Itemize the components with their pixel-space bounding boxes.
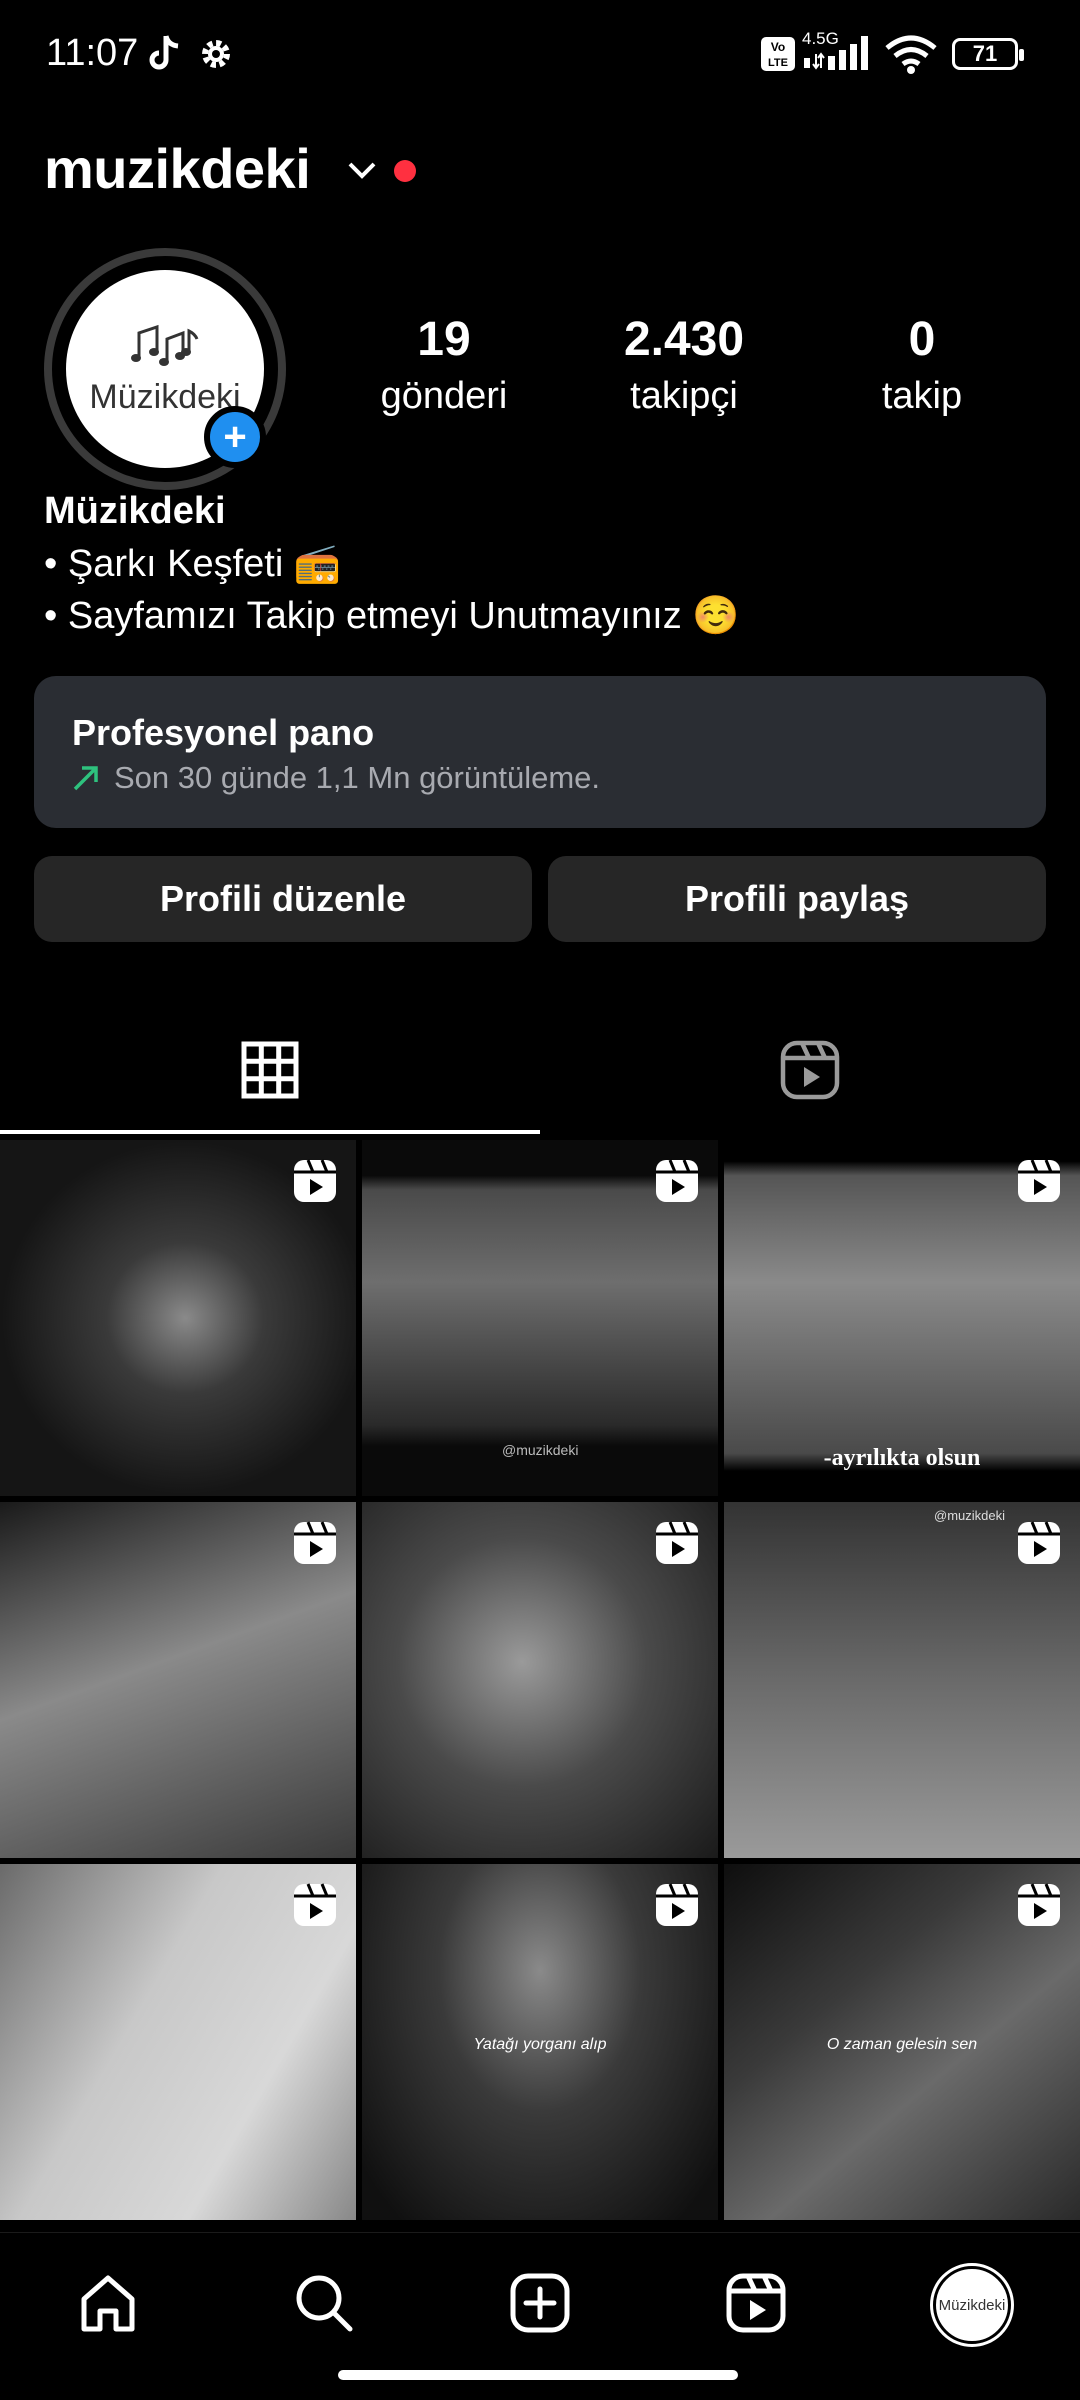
settings-icon	[198, 34, 234, 79]
reel-badge-icon	[1016, 1158, 1062, 1209]
music-notes-icon	[129, 321, 201, 374]
post-thumbnail[interactable]	[362, 1502, 718, 1858]
post-thumbnail[interactable]: Yatağı yorganı alıp	[362, 1864, 718, 2220]
grid-icon	[241, 1041, 299, 1104]
stat-followers-label: takipçi	[630, 375, 738, 417]
wifi-icon	[884, 34, 938, 79]
stat-posts[interactable]: 19 gönderi	[344, 312, 544, 418]
stat-following-value: 0	[908, 313, 936, 366]
active-tab-indicator	[0, 1130, 540, 1134]
nav-reels[interactable]	[706, 2255, 806, 2355]
battery-icon: 71	[952, 38, 1024, 70]
stat-posts-label: gönderi	[380, 375, 508, 417]
post-thumbnail[interactable]	[0, 1864, 356, 2220]
stat-posts-value: 19	[417, 313, 471, 366]
search-icon	[292, 2271, 356, 2340]
post-caption: -ayrılıkta olsun	[823, 1445, 981, 1471]
trend-up-arrow-icon	[70, 762, 102, 799]
post-thumbnail[interactable]: O zaman gelesin sen	[724, 1864, 1080, 2220]
status-bar: 11:07 Vo LTE 4.5G 71	[0, 0, 1080, 110]
professional-dashboard[interactable]: Profesyonel pano Son 30 günde 1,1 Mn gör…	[34, 676, 1046, 828]
reel-badge-icon	[1016, 1882, 1062, 1933]
reel-badge-icon	[292, 1882, 338, 1933]
signal-icon: 4.5G	[800, 29, 876, 79]
post-thumbnail[interactable]: -ayrılıkta olsun	[724, 1140, 1080, 1496]
reel-badge-icon	[654, 1520, 700, 1571]
stat-followers-value: 2.430	[623, 313, 745, 366]
create-icon	[508, 2271, 572, 2340]
post-caption: Yatağı yorganı alıp	[473, 2036, 607, 2053]
post-thumbnail[interactable]: @muzikdeki	[724, 1502, 1080, 1858]
nav-create[interactable]	[490, 2255, 590, 2355]
reel-badge-icon	[292, 1158, 338, 1209]
network-type: 4.5G	[802, 30, 839, 48]
reels-icon	[724, 2271, 788, 2340]
tab-grid[interactable]	[0, 1008, 540, 1136]
reel-badge-icon	[292, 1520, 338, 1571]
tab-reels[interactable]	[540, 1008, 1080, 1136]
reel-badge-icon	[654, 1882, 700, 1933]
nav-profile[interactable]: Müzikdeki	[922, 2255, 1022, 2355]
svg-text:Vo: Vo	[771, 40, 785, 54]
bio-line: • Sayfamızı Takip etmeyi Unutmayınız ☺️	[44, 595, 740, 637]
reel-badge-icon	[1016, 1520, 1062, 1571]
post-caption: O zaman gelesin sen	[826, 2036, 978, 2053]
dashboard-title: Profesyonel pano	[72, 712, 375, 753]
post-thumbnail[interactable]: @muzikdeki	[362, 1140, 718, 1496]
chevron-down-icon[interactable]	[346, 158, 378, 187]
post-thumbnail[interactable]	[0, 1502, 356, 1858]
nav-search[interactable]	[274, 2255, 374, 2355]
stat-followers[interactable]: 2.430 takipçi	[584, 312, 784, 418]
stat-following-label: takip	[881, 375, 963, 417]
profile-username[interactable]: muzikdeki	[44, 136, 311, 201]
volte-icon: Vo LTE	[760, 36, 796, 77]
home-icon	[76, 2271, 140, 2340]
home-indicator[interactable]	[338, 2370, 738, 2380]
svg-text:LTE: LTE	[768, 57, 788, 69]
tiktok-icon	[146, 34, 182, 79]
profile-avatar: Müzikdeki	[930, 2263, 1014, 2347]
reel-badge-icon	[654, 1158, 700, 1209]
nav-home[interactable]	[58, 2255, 158, 2355]
post-caption: @muzikdeki	[502, 1442, 579, 1458]
posts-grid: @muzikdeki -ayrılıkta olsun @muzikdeki Y…	[0, 1140, 1080, 2232]
edit-profile-button[interactable]: Profili düzenle	[34, 856, 532, 942]
notification-dot	[394, 160, 416, 182]
add-story-button[interactable]: +	[204, 406, 266, 468]
reels-icon	[780, 1040, 840, 1105]
bio-line: • Şarkı Keşfeti 📻	[44, 543, 342, 585]
display-name: Müzikdeki	[44, 490, 226, 532]
dashboard-subtitle: Son 30 günde 1,1 Mn görüntüleme.	[114, 760, 601, 795]
post-thumbnail[interactable]	[0, 1140, 356, 1496]
profile-avatar-text: Müzikdeki	[938, 2296, 1006, 2314]
stat-following[interactable]: 0 takip	[822, 312, 1022, 418]
share-profile-button[interactable]: Profili paylaş	[548, 856, 1046, 942]
status-time: 11:07	[46, 32, 139, 74]
